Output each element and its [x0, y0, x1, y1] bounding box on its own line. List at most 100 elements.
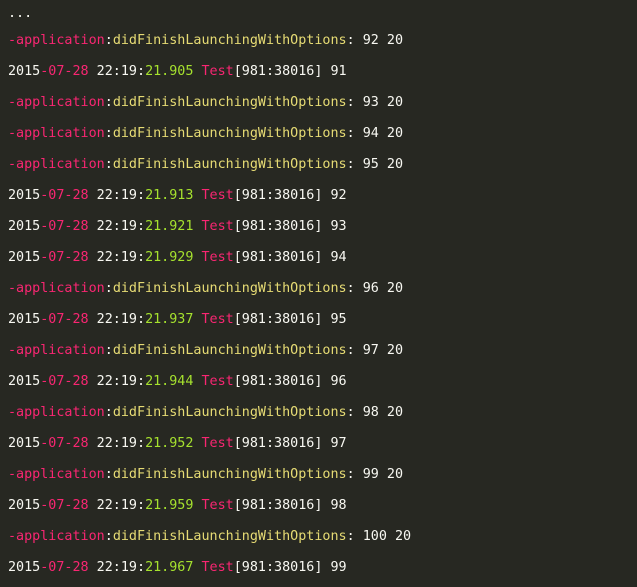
log-pid: [981:38016]: [233, 188, 323, 203]
log-year: 2015: [8, 498, 41, 513]
log-seconds: 21.905: [145, 64, 194, 79]
log-monthday: -07-28: [40, 560, 89, 575]
log-line: 2015-07-28 22:19:21.952 Test[981:38016] …: [8, 428, 637, 459]
log-process: Test: [193, 374, 234, 389]
log-value: 96: [322, 374, 347, 389]
log-colon: :: [104, 95, 113, 110]
log-args: 94 20: [354, 126, 404, 141]
log-prefix: -application: [8, 529, 105, 544]
log-pid: [981:38016]: [233, 374, 323, 389]
log-pid: [981:38016]: [233, 560, 323, 575]
log-seconds: 21.959: [145, 498, 194, 513]
log-monthday: -07-28: [40, 498, 89, 513]
log-colon: :: [104, 343, 113, 358]
log-args: 93 20: [354, 95, 404, 110]
console-log: ... -application:didFinishLaunchingWithO…: [0, 0, 637, 587]
log-prefix: -application: [8, 405, 105, 420]
log-method: didFinishLaunchingWithOptions: [112, 95, 347, 110]
log-pid: [981:38016]: [233, 312, 323, 327]
log-method: didFinishLaunchingWithOptions: [112, 281, 347, 296]
log-line: -application:didFinishLaunchingWithOptio…: [8, 521, 637, 552]
log-prefix: -application: [8, 126, 105, 141]
log-method: didFinishLaunchingWithOptions: [112, 33, 347, 48]
log-value: 92: [322, 188, 347, 203]
log-line: -application:didFinishLaunchingWithOptio…: [8, 87, 637, 118]
log-method: didFinishLaunchingWithOptions: [112, 529, 347, 544]
log-time: 22:19:: [88, 250, 146, 265]
log-year: 2015: [8, 374, 41, 389]
log-line: 2015-07-28 22:19:21.967 Test[981:38016] …: [8, 552, 637, 583]
log-method: didFinishLaunchingWithOptions: [112, 157, 347, 172]
log-time: 22:19:: [88, 374, 146, 389]
log-prefix: -application: [8, 467, 105, 482]
log-line: -application:didFinishLaunchingWithOptio…: [8, 273, 637, 304]
log-colon: :: [346, 95, 355, 110]
log-colon: :: [346, 33, 355, 48]
log-pid: [981:38016]: [233, 219, 323, 234]
log-line: -application:didFinishLaunchingWithOptio…: [8, 149, 637, 180]
log-prefix: -application: [8, 343, 105, 358]
log-colon: :: [104, 157, 113, 172]
log-value: 94: [322, 250, 347, 265]
log-seconds: 21.967: [145, 560, 194, 575]
log-colon: :: [104, 467, 113, 482]
log-args: 100 20: [354, 529, 412, 544]
log-value: 99: [322, 560, 347, 575]
log-pid: [981:38016]: [233, 498, 323, 513]
log-args: 95 20: [354, 157, 404, 172]
log-line: 2015-07-28 22:19:21.921 Test[981:38016] …: [8, 211, 637, 242]
log-line: 2015-07-28 22:19:21.959 Test[981:38016] …: [8, 490, 637, 521]
log-monthday: -07-28: [40, 64, 89, 79]
log-year: 2015: [8, 64, 41, 79]
log-args: 99 20: [354, 467, 404, 482]
log-prefix: -application: [8, 157, 105, 172]
log-seconds: 21.952: [145, 436, 194, 451]
log-colon: :: [346, 467, 355, 482]
log-line: -application:didFinishLaunchingWithOptio…: [8, 459, 637, 490]
log-line: 2015-07-28 22:19:21.937 Test[981:38016] …: [8, 304, 637, 335]
log-args: 96 20: [354, 281, 404, 296]
log-line: 2015-07-28 22:19:21.944 Test[981:38016] …: [8, 366, 637, 397]
log-time: 22:19:: [88, 436, 146, 451]
log-value: 93: [322, 219, 347, 234]
log-colon: :: [104, 405, 113, 420]
log-process: Test: [193, 436, 234, 451]
log-time: 22:19:: [88, 312, 146, 327]
log-process: Test: [193, 312, 234, 327]
log-process: Test: [193, 560, 234, 575]
log-args: 97 20: [354, 343, 404, 358]
log-prefix: -application: [8, 281, 105, 296]
log-value: 91: [322, 64, 347, 79]
log-colon: :: [346, 405, 355, 420]
log-args: 92 20: [354, 33, 404, 48]
log-year: 2015: [8, 219, 41, 234]
log-monthday: -07-28: [40, 436, 89, 451]
log-method: didFinishLaunchingWithOptions: [112, 405, 347, 420]
log-process: Test: [193, 64, 234, 79]
log-process: Test: [193, 219, 234, 234]
log-ellipsis: ...: [8, 6, 33, 21]
log-colon: :: [346, 126, 355, 141]
log-time: 22:19:: [88, 188, 146, 203]
log-monthday: -07-28: [40, 312, 89, 327]
log-seconds: 21.921: [145, 219, 194, 234]
log-monthday: -07-28: [40, 188, 89, 203]
log-process: Test: [193, 250, 234, 265]
log-colon: :: [104, 33, 113, 48]
log-seconds: 21.929: [145, 250, 194, 265]
log-year: 2015: [8, 312, 41, 327]
log-line: -application:didFinishLaunchingWithOptio…: [8, 25, 637, 56]
log-colon: :: [104, 126, 113, 141]
log-process: Test: [193, 498, 234, 513]
log-year: 2015: [8, 188, 41, 203]
log-time: 22:19:: [88, 560, 146, 575]
log-time: 22:19:: [88, 498, 146, 513]
log-year: 2015: [8, 250, 41, 265]
log-prefix: -application: [8, 95, 105, 110]
log-colon: :: [346, 157, 355, 172]
log-process: Test: [193, 188, 234, 203]
log-colon: :: [104, 529, 113, 544]
log-colon: :: [346, 343, 355, 358]
log-seconds: 21.944: [145, 374, 194, 389]
log-year: 2015: [8, 436, 41, 451]
